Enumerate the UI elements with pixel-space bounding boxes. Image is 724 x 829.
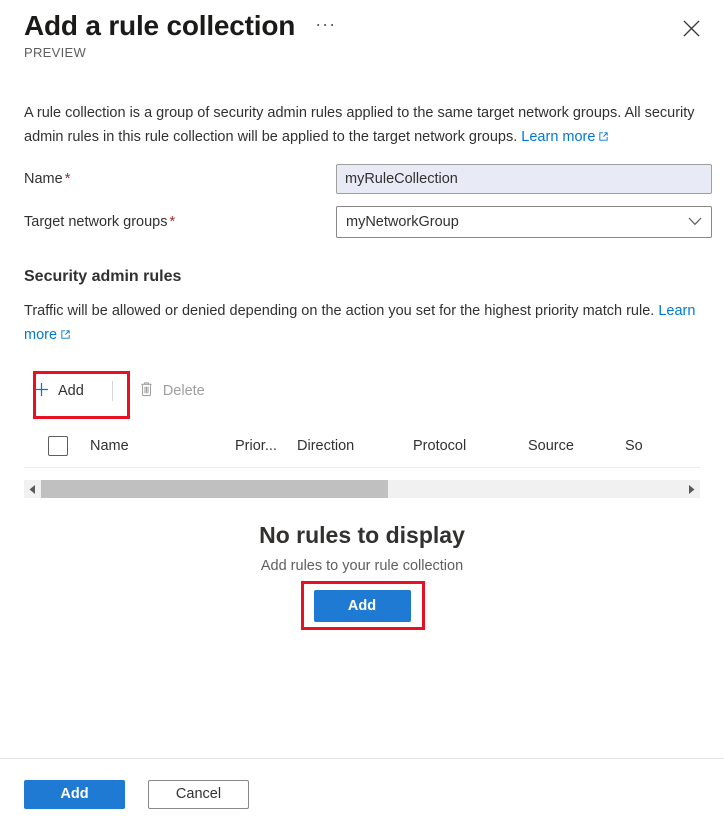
target-network-groups-value: myNetworkGroup bbox=[346, 214, 459, 230]
submit-add-button[interactable]: Add bbox=[24, 779, 125, 809]
rules-command-bar: Add Delete bbox=[24, 370, 712, 419]
scrollbar-thumb[interactable] bbox=[41, 480, 388, 498]
column-header-source-port[interactable]: So bbox=[625, 438, 660, 454]
page-title: Add a rule collection bbox=[24, 10, 296, 41]
delete-rule-command-label: Delete bbox=[162, 383, 205, 399]
title-row: Add a rule collection ··· bbox=[24, 8, 340, 44]
column-header-direction[interactable]: Direction bbox=[297, 438, 413, 454]
select-all-checkbox[interactable] bbox=[48, 435, 68, 456]
select-all-cell bbox=[24, 435, 90, 456]
empty-state-subtitle: Add rules to your rule collection bbox=[260, 558, 464, 574]
empty-state-add-button[interactable]: Add bbox=[313, 590, 411, 622]
target-network-groups-select-wrap: myNetworkGroup bbox=[336, 206, 712, 238]
plus-icon bbox=[34, 382, 49, 401]
column-header-name[interactable]: Name bbox=[90, 438, 235, 454]
required-indicator: * bbox=[64, 171, 71, 187]
horizontal-scrollbar[interactable] bbox=[24, 480, 700, 498]
external-link-icon bbox=[60, 324, 71, 348]
rules-table-header-row: Name Prior... Direction Protocol Source … bbox=[24, 424, 700, 468]
name-label-text: Name bbox=[24, 171, 63, 187]
column-header-priority[interactable]: Prior... bbox=[235, 438, 297, 454]
scrollbar-track[interactable] bbox=[41, 480, 683, 498]
more-options-icon[interactable]: ··· bbox=[311, 15, 340, 33]
section-description: Traffic will be allowed or denied depend… bbox=[24, 299, 712, 348]
target-network-groups-select[interactable]: myNetworkGroup bbox=[336, 206, 712, 238]
scroll-left-arrow-icon[interactable] bbox=[24, 480, 41, 498]
section-description-text: Traffic will be allowed or denied depend… bbox=[24, 303, 659, 319]
intro-description: A rule collection is a group of security… bbox=[24, 101, 712, 150]
section-title-security-admin-rules: Security admin rules bbox=[24, 268, 182, 285]
name-field-row: Name * bbox=[24, 164, 712, 194]
trash-icon bbox=[139, 381, 154, 401]
column-header-protocol[interactable]: Protocol bbox=[413, 438, 528, 454]
blade-header: Add a rule collection ··· PREVIEW bbox=[0, 0, 724, 74]
add-rule-command-label: Add bbox=[58, 383, 84, 399]
close-icon[interactable] bbox=[675, 12, 707, 44]
preview-badge: PREVIEW bbox=[24, 45, 87, 60]
empty-state-title: No rules to display bbox=[259, 522, 465, 548]
blade-footer: Add Cancel bbox=[0, 758, 724, 829]
learn-more-link-intro[interactable]: Learn more bbox=[521, 129, 595, 145]
delete-rule-command-button[interactable]: Delete bbox=[129, 375, 215, 407]
empty-state: No rules to display Add rules to your ru… bbox=[24, 520, 700, 630]
required-indicator: * bbox=[169, 214, 176, 230]
add-rule-command-button[interactable]: Add bbox=[24, 375, 94, 407]
blade-body: A rule collection is a group of security… bbox=[0, 74, 724, 758]
column-header-source[interactable]: Source bbox=[528, 438, 625, 454]
target-network-groups-label: Target network groups * bbox=[24, 214, 336, 230]
name-label: Name * bbox=[24, 171, 336, 187]
external-link-icon bbox=[598, 126, 609, 150]
target-network-groups-label-text: Target network groups bbox=[24, 214, 168, 230]
cancel-button[interactable]: Cancel bbox=[148, 779, 249, 809]
command-separator bbox=[111, 381, 113, 401]
target-network-groups-row: Target network groups * myNetworkGroup bbox=[24, 206, 712, 238]
empty-state-button-wrap: Add bbox=[300, 581, 425, 630]
rules-table: Name Prior... Direction Protocol Source … bbox=[24, 424, 700, 630]
scroll-right-arrow-icon[interactable] bbox=[683, 480, 700, 498]
name-input[interactable] bbox=[336, 164, 712, 194]
